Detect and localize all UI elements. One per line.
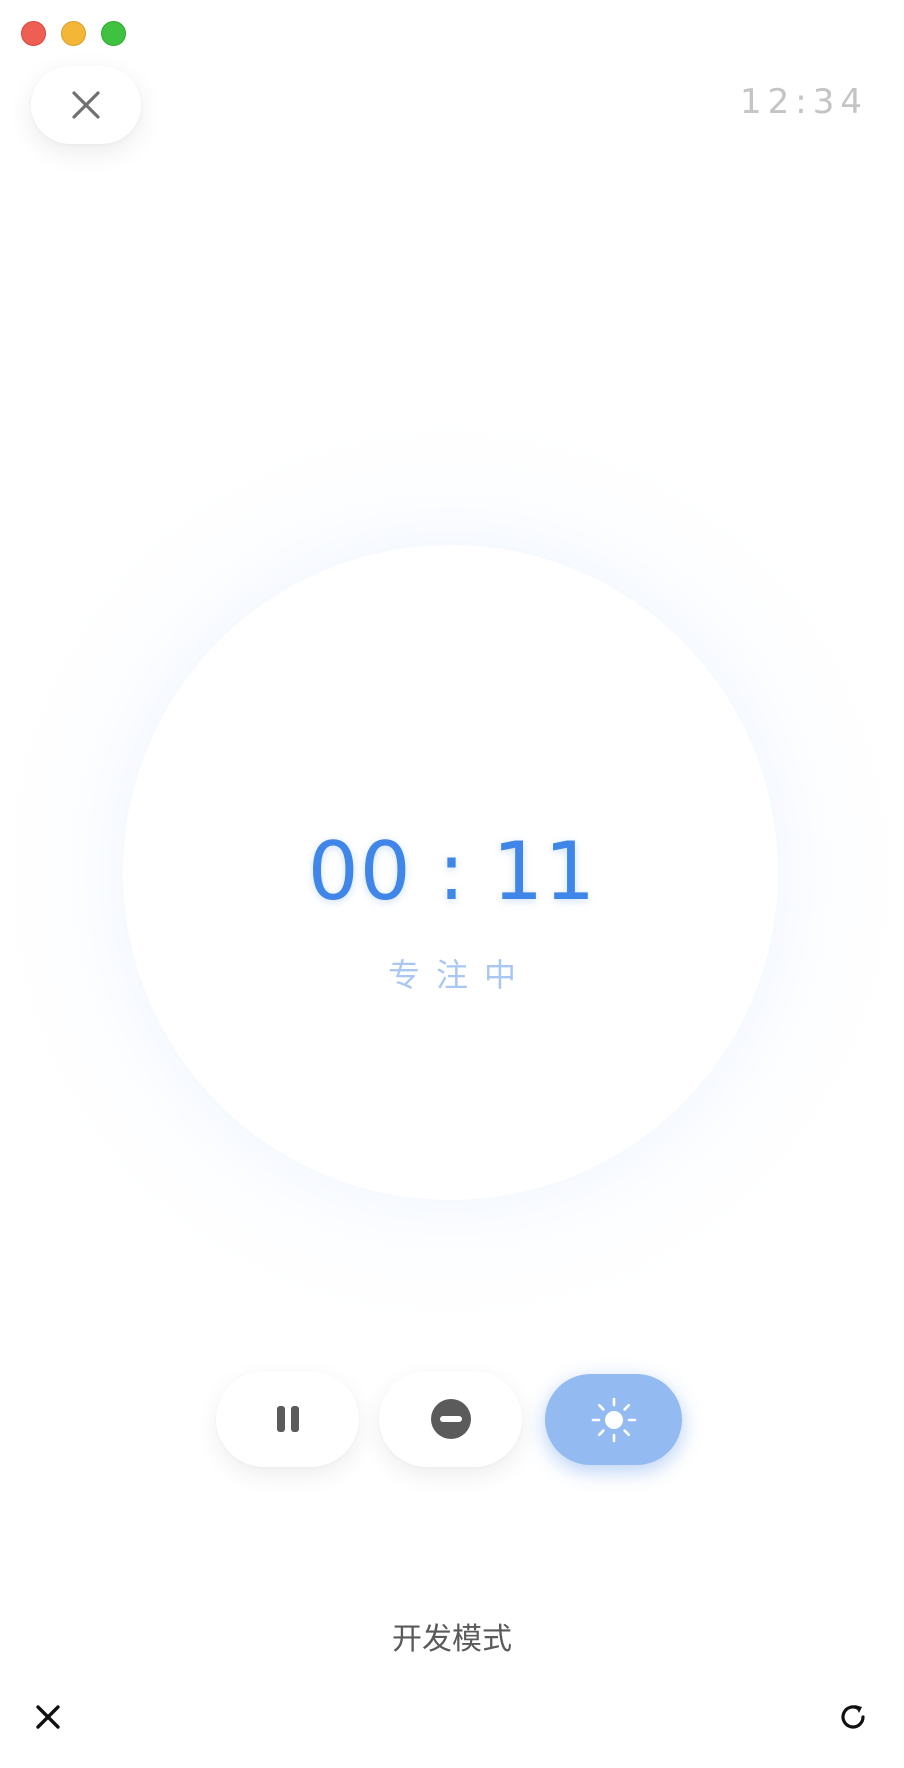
do-not-disturb-icon — [430, 1399, 471, 1439]
dev-mode-label: 开发模式 — [392, 1623, 512, 1656]
pause-button[interactable] — [216, 1371, 359, 1467]
pause-icon — [276, 1406, 299, 1432]
window-close-button[interactable] — [21, 21, 46, 46]
close-icon — [36, 1705, 60, 1729]
sun-icon — [591, 1397, 636, 1442]
light-mode-button[interactable] — [545, 1374, 682, 1465]
timer-display: 00 : 11 — [307, 825, 597, 918]
close-icon — [72, 91, 100, 119]
current-time: 12:34 — [740, 82, 868, 122]
dev-refresh-button[interactable] — [836, 1700, 870, 1734]
exit-focus-button[interactable] — [31, 66, 141, 144]
window-maximize-button[interactable] — [101, 21, 126, 46]
window-minimize-button[interactable] — [61, 21, 86, 46]
focus-status: 专注中 — [387, 957, 532, 993]
do-not-disturb-button[interactable] — [379, 1371, 522, 1467]
dev-close-button[interactable] — [31, 1700, 65, 1734]
refresh-icon — [841, 1705, 865, 1729]
